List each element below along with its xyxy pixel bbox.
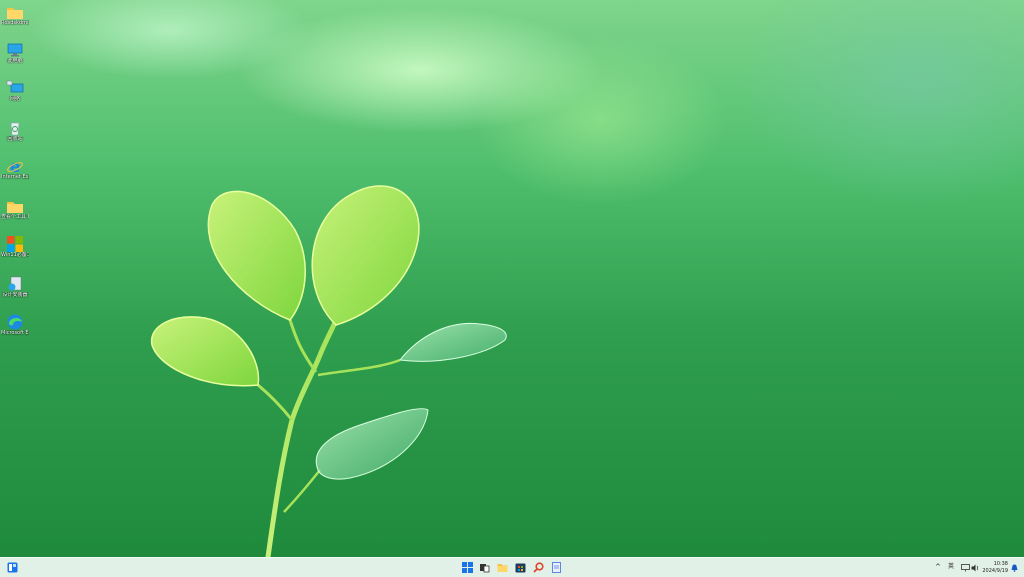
desktop-icon-label: 网络	[9, 96, 20, 102]
installer-icon	[8, 276, 22, 291]
windows-tools-icon	[7, 236, 23, 252]
file-explorer-button[interactable]	[496, 561, 509, 574]
app-button[interactable]	[550, 561, 563, 574]
desktop-icon-folder-tools[interactable]: 查看个工具 箱类型	[1, 198, 29, 220]
start-button[interactable]	[461, 561, 474, 574]
desktop-icon-internet-explorer[interactable]: e Internet Explorer	[1, 158, 29, 180]
desktop-icon-label: Win11必备工具箱	[1, 252, 29, 258]
desktop-icon-edge[interactable]: Microsoft Edge 浏览器	[1, 314, 29, 336]
desktop-icon-folder[interactable]: Rdsdskdmd...	[1, 4, 29, 26]
clock-time[interactable]: 10:38	[980, 561, 1008, 567]
desktop-wallpaper: Rdsdskdmd... 此电脑 网络 回收站 e Internet E	[0, 0, 1024, 557]
monitor-network-icon	[961, 563, 970, 571]
widgets-button[interactable]	[6, 561, 19, 574]
taskbar: ^ 英 10:38 2024/9/19	[0, 557, 1024, 577]
ie-icon: e	[7, 158, 23, 174]
desktop-icon-installer[interactable]: 设计安装器	[2, 276, 28, 298]
file-explorer-icon	[497, 564, 508, 572]
desktop-icon-this-pc[interactable]: 此电脑	[2, 42, 28, 64]
document-app-icon	[552, 562, 561, 573]
tray-overflow-chevron[interactable]: ^	[935, 564, 941, 571]
network-icon	[6, 80, 24, 93]
desktop-icon-label: Microsoft Edge 浏览器	[1, 330, 29, 336]
input-language-indicator[interactable]: 英	[948, 564, 954, 570]
bell-icon	[1011, 564, 1017, 572]
folder-icon	[7, 8, 23, 19]
computer-icon	[7, 43, 23, 57]
speaker-icon	[971, 564, 979, 571]
task-view-icon	[480, 564, 490, 573]
desktop-icon-label: Internet Explorer	[1, 174, 29, 180]
search-icon	[533, 562, 544, 573]
notification-button[interactable]	[1009, 562, 1019, 573]
store-icon	[515, 563, 526, 573]
edge-icon	[7, 314, 23, 330]
task-view-button[interactable]	[478, 561, 491, 574]
desktop-icon-recycle-bin[interactable]: 回收站	[2, 120, 28, 142]
desktop-icon-label: Rdsdskdmd...	[1, 20, 29, 26]
windows-logo-icon	[462, 562, 473, 573]
store-button[interactable]	[514, 561, 527, 574]
desktop-icon-network[interactable]: 网络	[2, 80, 28, 102]
desktop-icon-win11-tools[interactable]: Win11必备工具箱	[1, 236, 29, 258]
desktop-icon-label: 查看个工具 箱类型	[1, 214, 29, 220]
clock-date[interactable]: 2024/9/19	[980, 568, 1008, 574]
recycle-bin-icon	[10, 122, 20, 136]
desktop-icon-label: 此电脑	[7, 58, 23, 64]
widgets-icon	[7, 562, 18, 573]
desktop-icon-label: 回收站	[7, 136, 23, 142]
search-button[interactable]	[532, 561, 545, 574]
desktop-icon-label: 设计安装器	[2, 292, 28, 298]
plant-illustration	[151, 185, 507, 557]
folder-icon	[7, 202, 23, 213]
